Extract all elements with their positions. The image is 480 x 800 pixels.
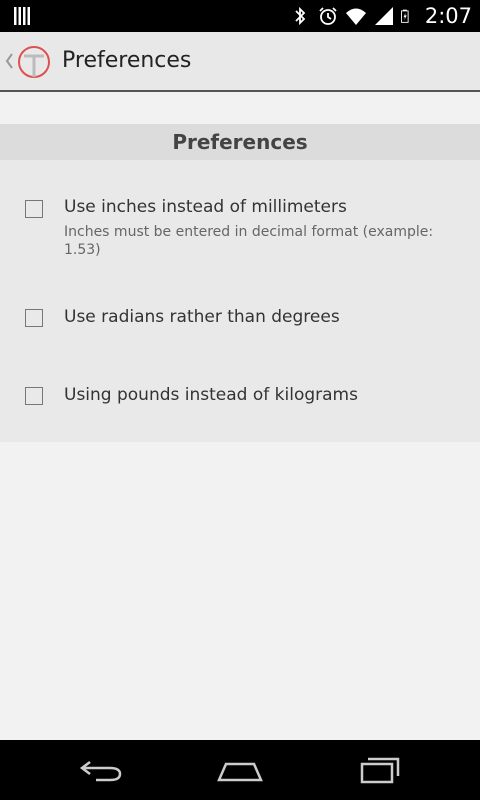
radians-checkbox[interactable] bbox=[25, 309, 43, 327]
alarm-icon bbox=[319, 7, 337, 25]
pounds-checkbox[interactable] bbox=[25, 387, 43, 405]
clock-time: 2:07 bbox=[424, 4, 472, 28]
navigation-bar bbox=[0, 740, 480, 800]
pref-item-inches[interactable]: Use inches instead of millimeters Inches… bbox=[0, 190, 480, 270]
pref-title-radians: Use radians rather than degrees bbox=[64, 307, 340, 327]
action-bar: Preferences bbox=[0, 32, 480, 92]
status-icons: 2:07 bbox=[289, 0, 472, 32]
pref-title-pounds: Using pounds instead of kilograms bbox=[64, 385, 358, 405]
preferences-category-header: Preferences bbox=[0, 124, 480, 160]
inches-checkbox[interactable] bbox=[25, 200, 43, 218]
app-logo-icon[interactable] bbox=[16, 44, 52, 80]
notification-bars-icon bbox=[14, 7, 30, 25]
recent-apps-icon[interactable] bbox=[356, 754, 404, 786]
status-bar: 2:07 bbox=[0, 0, 480, 32]
pref-title-inches: Use inches instead of millimeters bbox=[64, 197, 347, 217]
bluetooth-icon bbox=[295, 6, 306, 26]
pref-item-radians[interactable]: Use radians rather than degrees bbox=[0, 300, 480, 340]
home-icon[interactable] bbox=[216, 754, 264, 786]
pref-item-pounds[interactable]: Using pounds instead of kilograms bbox=[0, 378, 480, 418]
wifi-icon bbox=[345, 8, 366, 25]
signal-icon bbox=[374, 7, 393, 25]
preferences-list: Use inches instead of millimeters Inches… bbox=[0, 160, 480, 442]
page-title: Preferences bbox=[62, 48, 192, 73]
battery-icon bbox=[400, 9, 409, 23]
pref-summary-inches: Inches must be entered in decimal format… bbox=[64, 224, 434, 258]
up-caret-icon[interactable] bbox=[4, 50, 14, 72]
back-icon[interactable] bbox=[76, 754, 124, 786]
